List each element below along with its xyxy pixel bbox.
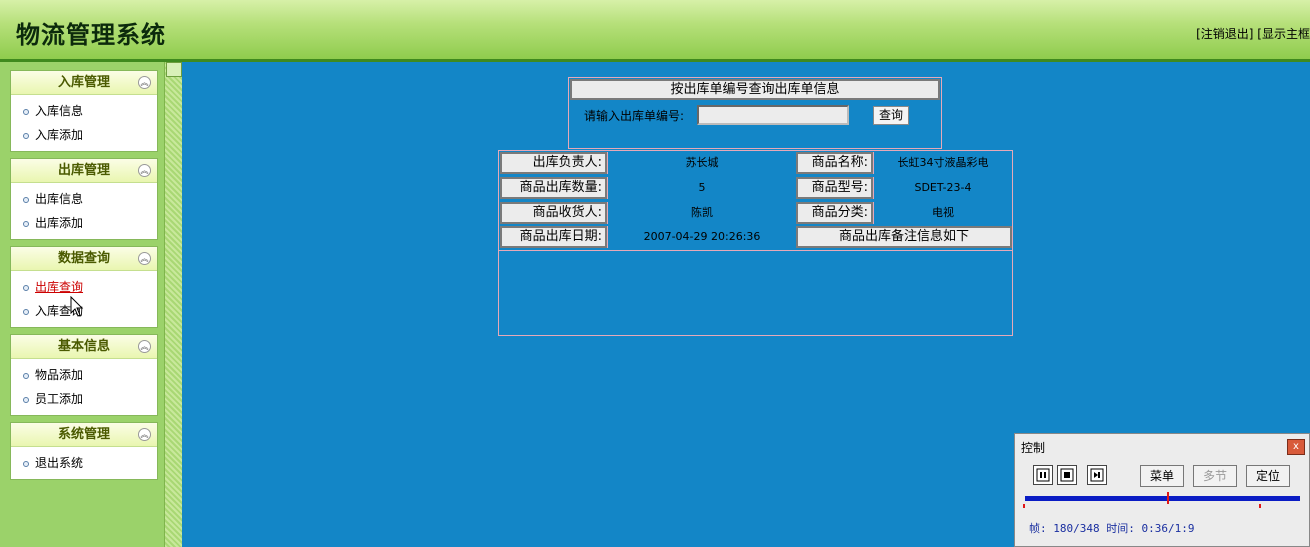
collapse-icon[interactable]: ︽ (138, 340, 151, 353)
scroll-thumb[interactable] (166, 62, 182, 77)
remarks-area (499, 250, 1012, 335)
bullet-icon (23, 308, 29, 315)
value-quantity: 5 (607, 177, 796, 199)
mouse-pointer-icon (70, 296, 84, 317)
bullet-icon (23, 108, 29, 115)
value-receiver: 陈凯 (607, 202, 796, 224)
menu-group-header[interactable]: 入库管理 ︽ (11, 71, 157, 95)
value-goods-name: 长虹34寸液晶彩电 (873, 152, 1012, 174)
logout-and-show-links[interactable]: [注销退出] [显示主框 (1196, 27, 1310, 41)
menu-group-query: 数据查询 ︽ 出库查询 入库查询 (10, 246, 158, 328)
sidebar-scrollbar[interactable] (164, 62, 182, 547)
menu-group-inbound: 入库管理 ︽ 入库信息 入库添加 (10, 70, 158, 152)
playback-control-panel: 控制 x 菜单 多节 定位 帧: 180/348 时间: 0:36/1:9 (1014, 433, 1310, 547)
sidebar-item-inbound-query[interactable]: 入库查询 (11, 299, 157, 323)
bullet-icon (23, 460, 29, 467)
menu-group-basic: 基本信息 ︽ 物品添加 员工添加 (10, 334, 158, 416)
bullet-icon (23, 372, 29, 379)
collapse-icon[interactable]: ︽ (138, 428, 151, 441)
menu-group-title: 入库管理 (57, 75, 110, 90)
menu-group-header[interactable]: 基本信息 ︽ (11, 335, 157, 359)
menu-button[interactable]: 菜单 (1140, 465, 1184, 487)
app-title: 物流管理系统 (16, 20, 166, 49)
collapse-icon[interactable]: ︽ (138, 252, 151, 265)
sidebar-item-label: 入库添加 (35, 128, 84, 142)
label-outbound-date: 商品出库日期: (500, 226, 607, 248)
playback-progress-bar[interactable] (1025, 492, 1300, 504)
label-manager: 出库负责人: (500, 152, 607, 174)
close-icon[interactable]: x (1287, 439, 1305, 455)
outbound-detail-table: 出库负责人: 苏长城 商品名称: 长虹34寸液晶彩电 商品出库数量: 5 商品型… (498, 150, 1013, 336)
value-manager: 苏长城 (607, 152, 796, 174)
collapse-icon[interactable]: ︽ (138, 164, 151, 177)
multi-section-button[interactable]: 多节 (1193, 465, 1237, 487)
sidebar-item-label: 物品添加 (35, 368, 84, 382)
sidebar-item-outbound-query[interactable]: 出库查询 (11, 275, 157, 299)
collapse-icon[interactable]: ︽ (138, 76, 151, 89)
bullet-icon (23, 132, 29, 139)
search-panel-title: 按出库单编号查询出库单信息 (570, 79, 940, 100)
menu-group-system: 系统管理 ︽ 退出系统 (10, 422, 158, 480)
value-model: SDET-23-4 (873, 177, 1012, 199)
menu-group-title: 基本信息 (57, 339, 110, 354)
bullet-icon (23, 220, 29, 227)
sidebar-item-label: 退出系统 (35, 456, 84, 470)
app-header: 物流管理系统 [注销退出] [显示主框 (0, 0, 1310, 62)
progress-position-marker[interactable] (1167, 492, 1170, 504)
menu-group-header[interactable]: 系统管理 ︽ (11, 423, 157, 447)
sidebar-item-inbound-info[interactable]: 入库信息 (11, 99, 157, 123)
search-label: 请输入出库单编号: (584, 109, 685, 123)
query-button[interactable]: 查询 (873, 106, 909, 125)
sidebar: 入库管理 ︽ 入库信息 入库添加 出库管理 ︽ 出库信息 出库添加 数据查询 ︽… (0, 62, 182, 547)
label-model: 商品型号: (796, 177, 873, 199)
label-quantity: 商品出库数量: (500, 177, 607, 199)
sidebar-item-label: 入库信息 (35, 104, 84, 118)
menu-group-header[interactable]: 出库管理 ︽ (11, 159, 157, 183)
menu-group-title: 数据查询 (57, 251, 110, 266)
outbound-number-input[interactable] (697, 105, 849, 125)
sidebar-item-exit-system[interactable]: 退出系统 (11, 451, 157, 475)
value-outbound-date: 2007-04-29 20:26:36 (607, 226, 796, 248)
sidebar-item-inbound-add[interactable]: 入库添加 (11, 123, 157, 147)
sidebar-item-label: 出库查询 (35, 280, 84, 294)
sidebar-item-label: 出库添加 (35, 216, 84, 230)
sidebar-item-label: 出库信息 (35, 192, 84, 206)
sidebar-item-label: 员工添加 (35, 392, 84, 406)
control-title: 控制 (1021, 441, 1046, 455)
menu-group-header[interactable]: 数据查询 ︽ (11, 247, 157, 271)
outbound-search-panel: 按出库单编号查询出库单信息 请输入出库单编号: 查询 (568, 77, 942, 149)
progress-start-tick (1023, 504, 1025, 508)
pause-icon[interactable] (1033, 465, 1053, 485)
bullet-icon (23, 396, 29, 403)
menu-group-title: 出库管理 (57, 163, 110, 178)
step-forward-icon[interactable] (1087, 465, 1107, 485)
frame-time-readout: 帧: 180/348 时间: 0:36/1:9 (1029, 522, 1195, 535)
sidebar-item-goods-add[interactable]: 物品添加 (11, 363, 157, 387)
bullet-icon (23, 196, 29, 203)
menu-group-title: 系统管理 (57, 427, 110, 442)
remarks-header: 商品出库备注信息如下 (796, 226, 1012, 248)
bullet-icon (23, 284, 29, 291)
sidebar-item-outbound-info[interactable]: 出库信息 (11, 187, 157, 211)
menu-group-outbound: 出库管理 ︽ 出库信息 出库添加 (10, 158, 158, 240)
value-category: 电视 (873, 202, 1012, 224)
sidebar-item-outbound-add[interactable]: 出库添加 (11, 211, 157, 235)
sidebar-item-staff-add[interactable]: 员工添加 (11, 387, 157, 411)
locate-button[interactable]: 定位 (1246, 465, 1290, 487)
label-category: 商品分类: (796, 202, 873, 224)
header-links[interactable]: [注销退出] [显示主框 (1196, 25, 1310, 42)
stop-icon[interactable] (1057, 465, 1077, 485)
progress-end-tick (1259, 504, 1261, 508)
label-goods-name: 商品名称: (796, 152, 873, 174)
label-receiver: 商品收货人: (500, 202, 607, 224)
